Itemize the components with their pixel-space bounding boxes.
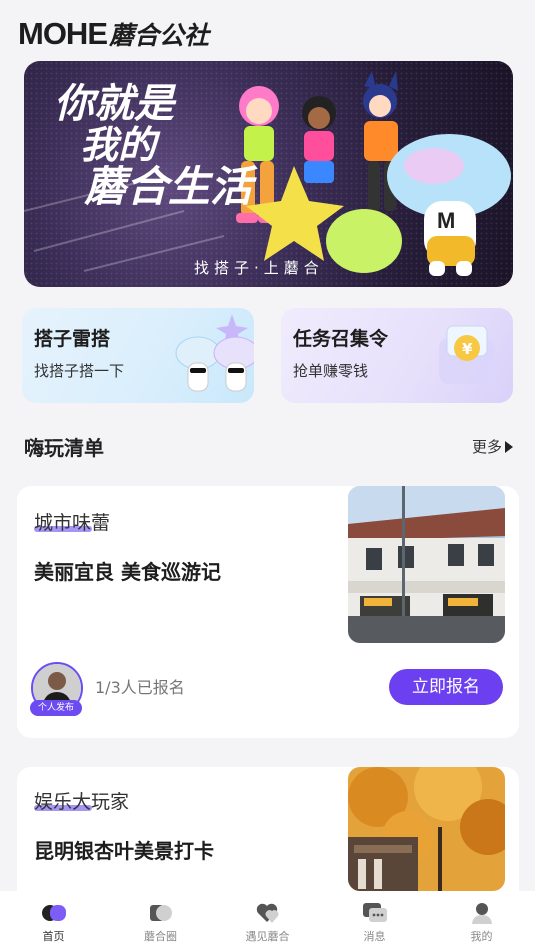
- message-icon: [362, 903, 387, 922]
- ginkgo-photo: [348, 767, 505, 891]
- feature-subtitle: 抢单赚零钱: [293, 362, 369, 380]
- publisher-badge: 个人发布: [30, 700, 82, 716]
- tab-circle[interactable]: 蘑合圈: [107, 891, 214, 951]
- category-label: 娱乐大玩家: [34, 791, 130, 813]
- card-category: 娱乐大玩家: [34, 787, 129, 814]
- logo-chinese-text: 蘑合公社: [109, 21, 210, 50]
- more-label: 更多: [471, 438, 502, 456]
- activity-photo: [348, 767, 505, 891]
- logo-text: MOHE: [18, 16, 108, 51]
- bottom-tab-bar: 首页 蘑合圈 遇见蘑合 消息 我的: [0, 891, 535, 951]
- tab-label: 蘑合圈: [144, 930, 177, 943]
- svg-text:M: M: [437, 208, 455, 233]
- money-box-icon: ¥: [439, 325, 495, 384]
- tab-meet[interactable]: 遇见蘑合: [214, 891, 321, 951]
- feature-card-task-call[interactable]: 任务召集令 抢单赚零钱 ¥: [281, 308, 513, 403]
- tab-home[interactable]: 首页: [0, 891, 107, 951]
- heart-icon: [256, 903, 278, 923]
- tab-profile[interactable]: 我的: [428, 891, 535, 951]
- profile-icon: [471, 903, 492, 924]
- signup-button[interactable]: 立即报名: [389, 669, 503, 705]
- mushroom-duo-icon: [175, 314, 254, 392]
- app-header: MOHE 蘑合公社: [18, 14, 209, 54]
- tab-label: 我的: [470, 930, 493, 943]
- storefront-photo: [348, 486, 505, 643]
- feature-subtitle: 找搭子搭一下: [34, 362, 125, 380]
- play-arrow-icon: [505, 440, 513, 453]
- feature-card-partner-radar[interactable]: 搭子雷搭 找搭子搭一下: [22, 308, 254, 403]
- card-category: 城市味蕾: [34, 508, 110, 535]
- section-title: 嗨玩清单: [24, 436, 104, 460]
- banner-tagline: 找搭子·上蘑合: [194, 259, 324, 277]
- card-title: 美丽宜良 美食巡游记: [34, 560, 221, 584]
- home-icon: [41, 905, 66, 921]
- tab-label: 消息: [363, 930, 386, 943]
- svg-text:¥: ¥: [462, 340, 473, 358]
- activity-card[interactable]: 城市味蕾 美丽宜良 美食巡游记 个人发布 1/3人已报名 立即报名: [17, 486, 519, 738]
- tab-label: 遇见蘑合: [245, 930, 290, 943]
- tab-messages[interactable]: 消息: [321, 891, 428, 951]
- tab-label: 首页: [42, 930, 65, 943]
- feature-title: 搭子雷搭: [34, 328, 111, 350]
- slogan-line-2: 我的: [80, 122, 157, 167]
- slogan-line-3: 蘑合生活: [84, 161, 253, 211]
- slogan-line-1: 你就是: [54, 80, 174, 127]
- banner-slogan: 你就是 我的 蘑合生活: [54, 83, 252, 209]
- feature-title: 任务召集令: [293, 328, 389, 350]
- card-title: 昆明银杏叶美景打卡: [34, 839, 214, 863]
- more-link[interactable]: 更多: [472, 436, 513, 457]
- activity-card[interactable]: 娱乐大玩家 昆明银杏叶美景打卡: [17, 767, 519, 907]
- circle-icon: [149, 905, 172, 921]
- category-label: 城市味蕾: [34, 512, 111, 534]
- enroll-count: 1/3人已报名: [95, 678, 185, 697]
- promo-banner[interactable]: M 你就是 我的 蘑合生活 找搭子·上蘑合: [24, 61, 513, 287]
- activity-photo: [348, 486, 505, 643]
